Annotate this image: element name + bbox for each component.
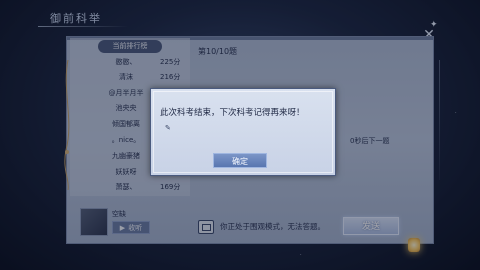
- screen-icon: [198, 220, 214, 234]
- sparkle-icon: ·: [300, 252, 302, 258]
- player-name: 憨憨、: [115, 58, 137, 66]
- leaderboard-row: 清沫 216分: [96, 72, 196, 83]
- player-name: 妖妖呀: [115, 168, 137, 176]
- player-name: 清沫: [119, 73, 133, 81]
- listen-button-label: 收听: [128, 224, 143, 232]
- player-name: @月半月半: [108, 89, 144, 97]
- player-score: 216分: [160, 73, 181, 81]
- dialog-message: 此次科考结束，下次科考记得再来呀！: [160, 108, 305, 118]
- leaderboard-row: 萧瑟、 169分: [96, 182, 196, 193]
- ink-decoration-icon: ✎: [165, 124, 171, 132]
- player-score: 169分: [160, 183, 181, 191]
- player-name: 萧瑟、: [115, 183, 137, 191]
- player-name: 倾国郁离: [112, 120, 140, 128]
- player-name: 空缺: [112, 210, 126, 218]
- next-question-countdown: 0秒后下一题: [350, 137, 390, 145]
- spectator-notice: 你正处于围观模式，无法答题。: [220, 222, 325, 231]
- listen-button[interactable]: ▶ 收听: [112, 221, 150, 234]
- confirm-button[interactable]: 确定: [213, 153, 267, 168]
- avatar: [80, 208, 108, 236]
- lantern-icon: [408, 238, 420, 252]
- player-name: 九幽豪猪: [112, 152, 140, 160]
- decorative-rail: [439, 60, 440, 180]
- leaderboard-header: 当前排行榜: [98, 40, 162, 53]
- player-name: 池央央: [115, 104, 137, 112]
- question-progress: 第10/10题: [198, 47, 238, 56]
- window-title: 御前科举: [50, 12, 102, 25]
- play-icon: ▶: [119, 224, 126, 232]
- leaderboard-row: 憨憨、 225分: [96, 57, 196, 68]
- player-name: 。nice。: [111, 136, 141, 144]
- send-button[interactable]: 发送: [343, 217, 399, 235]
- player-score: 225分: [160, 58, 181, 66]
- sparkle-icon: ·: [455, 110, 457, 116]
- title-ornament: [38, 26, 128, 27]
